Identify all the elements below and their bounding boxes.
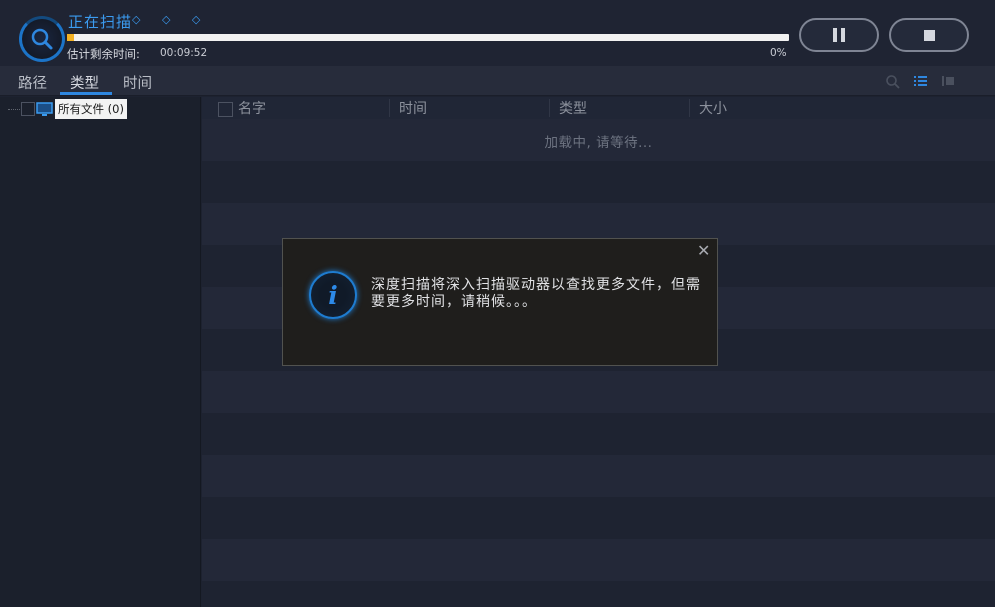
column-divider[interactable] [389,99,390,117]
tab-time[interactable]: 时间 [123,72,152,93]
scan-status-dots: ◇ ◇ ◇ [132,13,210,26]
pause-icon-bar [841,28,845,42]
tree-root-checkbox[interactable] [21,102,35,116]
detail-view-icon[interactable] [942,74,956,88]
tab-type[interactable]: 类型 [70,72,99,93]
list-row [202,581,995,607]
scan-progress-fill [67,34,74,41]
progress-percent: 0% [770,47,787,59]
tab-path[interactable]: 路径 [18,72,47,93]
list-row [202,413,995,455]
close-icon[interactable]: ✕ [697,243,710,259]
list-row [202,497,995,539]
monitor-icon [36,102,53,116]
column-divider[interactable] [689,99,690,117]
select-all-checkbox[interactable] [218,102,233,117]
column-header-time[interactable]: 时间 [399,98,427,118]
list-row [202,455,995,497]
scan-progress-bar [67,34,789,41]
column-header-name[interactable]: 名字 [238,98,266,118]
active-tab-indicator [60,92,112,95]
pause-button[interactable] [799,18,879,52]
list-row [202,371,995,413]
scan-header: 正在扫描 ◇ ◇ ◇ 估计剩余时间: 00:09:52 0% [0,0,995,66]
column-header-size[interactable]: 大小 [699,98,727,118]
stop-button[interactable] [889,18,969,52]
category-tree: 所有文件 (0) [0,97,201,607]
column-divider[interactable] [549,99,550,117]
dialog-message: 深度扫描将深入扫描驱动器以查找更多文件，但需要更多时间，请稍候。。。 [371,277,701,310]
tree-root-all-files[interactable]: 所有文件 (0) [55,99,127,119]
list-header: 名字 时间 类型 大小 [202,97,995,119]
tree-connector [8,109,20,110]
list-row [202,539,995,581]
loading-message: 加载中, 请等待... [544,135,653,151]
deep-scan-dialog: ✕ i 深度扫描将深入扫描驱动器以查找更多文件，但需要更多时间，请稍候。。。 [282,238,718,366]
list-row [202,161,995,203]
info-icon: i [309,271,357,319]
column-header-type[interactable]: 类型 [559,98,587,118]
list-view-icon[interactable] [914,74,928,88]
eta-value: 00:09:52 [160,47,208,59]
scan-status-title: 正在扫描 [68,13,133,31]
info-icon-glyph: i [328,280,338,310]
view-tab-bar: 路径 类型 时间 [0,66,995,96]
pause-icon [833,28,837,42]
stop-icon [923,29,935,41]
eta-label: 估计剩余时间: [67,47,140,61]
search-icon[interactable] [885,74,901,90]
scan-progress-icon [19,16,65,62]
